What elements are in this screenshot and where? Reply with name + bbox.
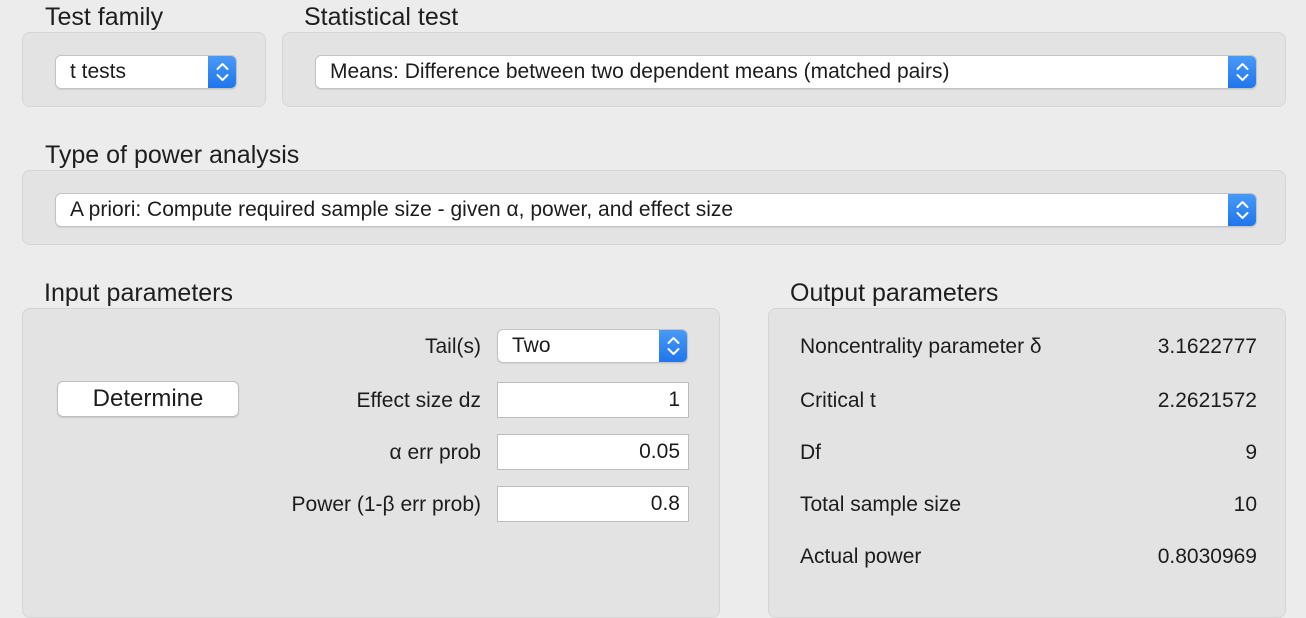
actual-power-value: 0.8030969 (1157, 545, 1257, 568)
chevron-up-down-icon (1228, 56, 1256, 88)
power-analysis-select[interactable]: A priori: Compute required sample size -… (55, 193, 1257, 227)
power-analysis-value: A priori: Compute required sample size -… (70, 198, 734, 221)
output-row-actual-power: Actual power 0.8030969 (800, 544, 1257, 570)
chevron-up-down-icon (1228, 194, 1256, 226)
chevron-up-down-icon (208, 56, 236, 88)
power-input[interactable]: 0.8 (497, 486, 689, 522)
test-family-select[interactable]: t tests (55, 55, 237, 89)
statistical-test-select[interactable]: Means: Difference between two dependent … (315, 55, 1257, 89)
total-sample-size-value: 10 (1233, 493, 1257, 516)
effect-size-input[interactable]: 1 (497, 382, 689, 418)
power-analysis-label: Type of power analysis (45, 141, 300, 169)
df-value: 9 (1245, 441, 1257, 464)
output-row-noncentrality: Noncentrality parameter δ 3.1622777 (800, 334, 1257, 360)
alpha-label: α err prob (389, 441, 481, 464)
total-sample-size-label: Total sample size (800, 493, 962, 516)
critical-t-value: 2.2621572 (1157, 389, 1257, 412)
critical-t-label: Critical t (800, 389, 876, 412)
alpha-input[interactable]: 0.05 (497, 434, 689, 470)
statistical-test-value: Means: Difference between two dependent … (330, 60, 950, 83)
determine-button[interactable]: Determine (57, 381, 239, 417)
noncentrality-label: Noncentrality parameter δ (800, 335, 1042, 358)
tails-label: Tail(s) (425, 335, 481, 358)
output-parameters-label: Output parameters (790, 279, 999, 307)
tails-select[interactable]: Two (497, 329, 688, 363)
output-row-total-sample-size: Total sample size 10 (800, 492, 1257, 518)
input-parameters-label: Input parameters (44, 279, 233, 307)
power-label: Power (1-β err prob) (291, 493, 481, 516)
statistical-test-label: Statistical test (304, 3, 459, 31)
actual-power-label: Actual power (800, 545, 922, 568)
test-family-label: Test family (45, 3, 164, 31)
output-row-df: Df 9 (800, 440, 1257, 466)
chevron-up-down-icon (659, 330, 687, 362)
noncentrality-value: 3.1622777 (1157, 335, 1257, 358)
output-row-critical-t: Critical t 2.2621572 (800, 388, 1257, 414)
test-family-value: t tests (70, 60, 127, 83)
effect-size-label: Effect size dz (356, 389, 481, 412)
tails-value: Two (512, 334, 551, 357)
df-label: Df (800, 441, 821, 464)
